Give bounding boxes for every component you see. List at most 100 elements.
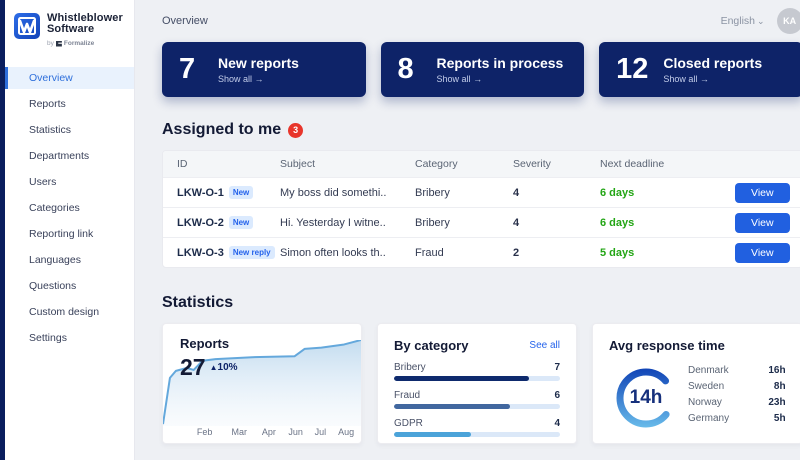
whistleblower-logo-icon	[14, 13, 40, 39]
report-category: Bribery	[415, 187, 513, 199]
report-id: LKW-O-2	[177, 217, 224, 229]
category-bar-track	[394, 432, 560, 437]
category-bar-fill	[394, 404, 510, 409]
deadline-value: 6 days	[600, 217, 634, 229]
response-legend: Denmark 16h Sweden 8h Norway 23h Germany…	[688, 362, 786, 426]
response-card-title: Avg response time	[609, 338, 786, 353]
status-badge: New	[229, 186, 253, 199]
report-id: LKW-O-3	[177, 247, 224, 259]
response-time-card: Avg response time 14h Denmark 16h	[592, 323, 800, 444]
view-button[interactable]: View	[735, 213, 790, 233]
sidebar-item-reporting-link[interactable]: Reporting link	[5, 223, 134, 245]
table-row: LKW-O-1 New My boss did somethi.. Briber…	[163, 177, 800, 207]
category-label: GDPR	[394, 418, 423, 429]
trend-up-icon: ▲	[210, 363, 218, 372]
sidebar-item-languages[interactable]: Languages	[5, 249, 134, 271]
report-subject: My boss did somethi..	[280, 187, 415, 199]
sidebar: Whistleblower Software by Formalize Over…	[0, 0, 135, 460]
sidebar-item-custom-design[interactable]: Custom design	[5, 301, 134, 323]
reports-card-title: Reports	[180, 336, 238, 351]
statistics-title: Statistics	[162, 294, 233, 312]
stat-card-closed-reports[interactable]: 12 Closed reports Show all →	[599, 42, 800, 97]
main-content: Overview English⌄ KA 7 New reports Show …	[135, 0, 800, 460]
header-deadline: Next deadline	[600, 158, 735, 170]
severity-value: 4	[513, 187, 519, 199]
category-card-title: By category	[394, 338, 468, 353]
legend-value: 23h	[768, 397, 785, 408]
status-badge: New	[229, 216, 253, 229]
formalize-logo-icon	[56, 41, 62, 47]
header-category: Category	[415, 158, 513, 170]
legend-country: Denmark	[688, 365, 729, 376]
category-label: Fraud	[394, 390, 420, 401]
category-label: Bribery	[394, 362, 426, 373]
sidebar-nav: Overview Reports Statistics Departments …	[5, 67, 134, 353]
x-tick-label: Apr	[262, 427, 276, 437]
avatar[interactable]: KA	[777, 8, 800, 34]
legend-row: Germany 5h	[688, 410, 786, 426]
stat-card-new-reports[interactable]: 7 New reports Show all →	[162, 42, 366, 97]
category-bar-fill	[394, 376, 529, 381]
stat-card-reports-in-process[interactable]: 8 Reports in process Show all →	[381, 42, 585, 97]
show-all-link[interactable]: Show all →	[437, 74, 564, 84]
table-header-row: ID Subject Category Severity Next deadli…	[163, 151, 800, 177]
severity-value: 4	[513, 217, 519, 229]
stat-cards-row: 7 New reports Show all → 8 Reports in pr…	[162, 42, 800, 97]
stat-count: 12	[616, 53, 648, 86]
see-all-link[interactable]: See all	[529, 340, 560, 351]
sidebar-item-departments[interactable]: Departments	[5, 145, 134, 167]
legend-value: 16h	[768, 365, 785, 376]
sidebar-item-settings[interactable]: Settings	[5, 327, 134, 349]
reports-chart-card: Reports 27 ▲10% F	[162, 323, 362, 444]
category-bar-track	[394, 376, 560, 381]
legend-value: 5h	[774, 413, 786, 424]
legend-country: Norway	[688, 397, 722, 408]
legend-country: Germany	[688, 413, 729, 424]
assigned-count-badge: 3	[288, 123, 303, 138]
view-button[interactable]: View	[735, 243, 790, 263]
sidebar-item-overview[interactable]: Overview	[5, 67, 134, 89]
sidebar-item-questions[interactable]: Questions	[5, 275, 134, 297]
sidebar-item-categories[interactable]: Categories	[5, 197, 134, 219]
brand-company: Formalize	[64, 38, 94, 49]
category-value: 4	[554, 418, 560, 429]
sidebar-item-users[interactable]: Users	[5, 171, 134, 193]
show-all-link[interactable]: Show all →	[663, 74, 762, 84]
brand-text: Whistleblower Software by Formalize	[47, 13, 123, 49]
response-donut-chart: 14h	[614, 366, 678, 430]
arrow-right-icon: →	[473, 74, 482, 84]
category-value: 6	[554, 390, 560, 401]
sidebar-item-statistics[interactable]: Statistics	[5, 119, 134, 141]
legend-value: 8h	[774, 381, 786, 392]
report-id: LKW-O-1	[177, 187, 224, 199]
statistics-cards-row: Reports 27 ▲10% F	[162, 323, 800, 444]
topbar-right: English⌄ KA	[721, 8, 800, 34]
x-tick-label: Jul	[315, 427, 327, 437]
x-tick-label: Feb	[197, 427, 213, 437]
reports-x-ticks: FebMarAprJunJulAug	[163, 427, 361, 438]
stat-label: Reports in process	[437, 56, 564, 71]
stat-label: New reports	[218, 56, 299, 71]
trend-indicator: ▲10%	[210, 362, 238, 373]
show-all-link[interactable]: Show all →	[218, 74, 299, 84]
header-subject: Subject	[280, 158, 415, 170]
category-bar-row: Fraud 6	[394, 390, 560, 409]
brand-name-line2: Software	[47, 24, 123, 35]
topbar: Overview English⌄ KA	[162, 0, 800, 42]
language-label: English	[721, 15, 755, 27]
language-selector[interactable]: English⌄	[721, 15, 765, 27]
legend-row: Sweden 8h	[688, 378, 786, 394]
x-tick-label: Aug	[338, 427, 354, 437]
sidebar-item-reports[interactable]: Reports	[5, 93, 134, 115]
stat-count: 7	[179, 53, 203, 86]
trend-pct: 10%	[218, 362, 238, 373]
status-badge: New reply	[229, 246, 275, 259]
report-category: Fraud	[415, 247, 513, 259]
brand: Whistleblower Software by Formalize	[5, 0, 134, 59]
deadline-value: 6 days	[600, 187, 634, 199]
view-button[interactable]: View	[735, 183, 790, 203]
chevron-down-icon: ⌄	[757, 16, 765, 26]
reports-total: 27	[180, 354, 206, 381]
stat-count: 8	[398, 53, 422, 86]
deadline-value: 5 days	[600, 247, 634, 259]
